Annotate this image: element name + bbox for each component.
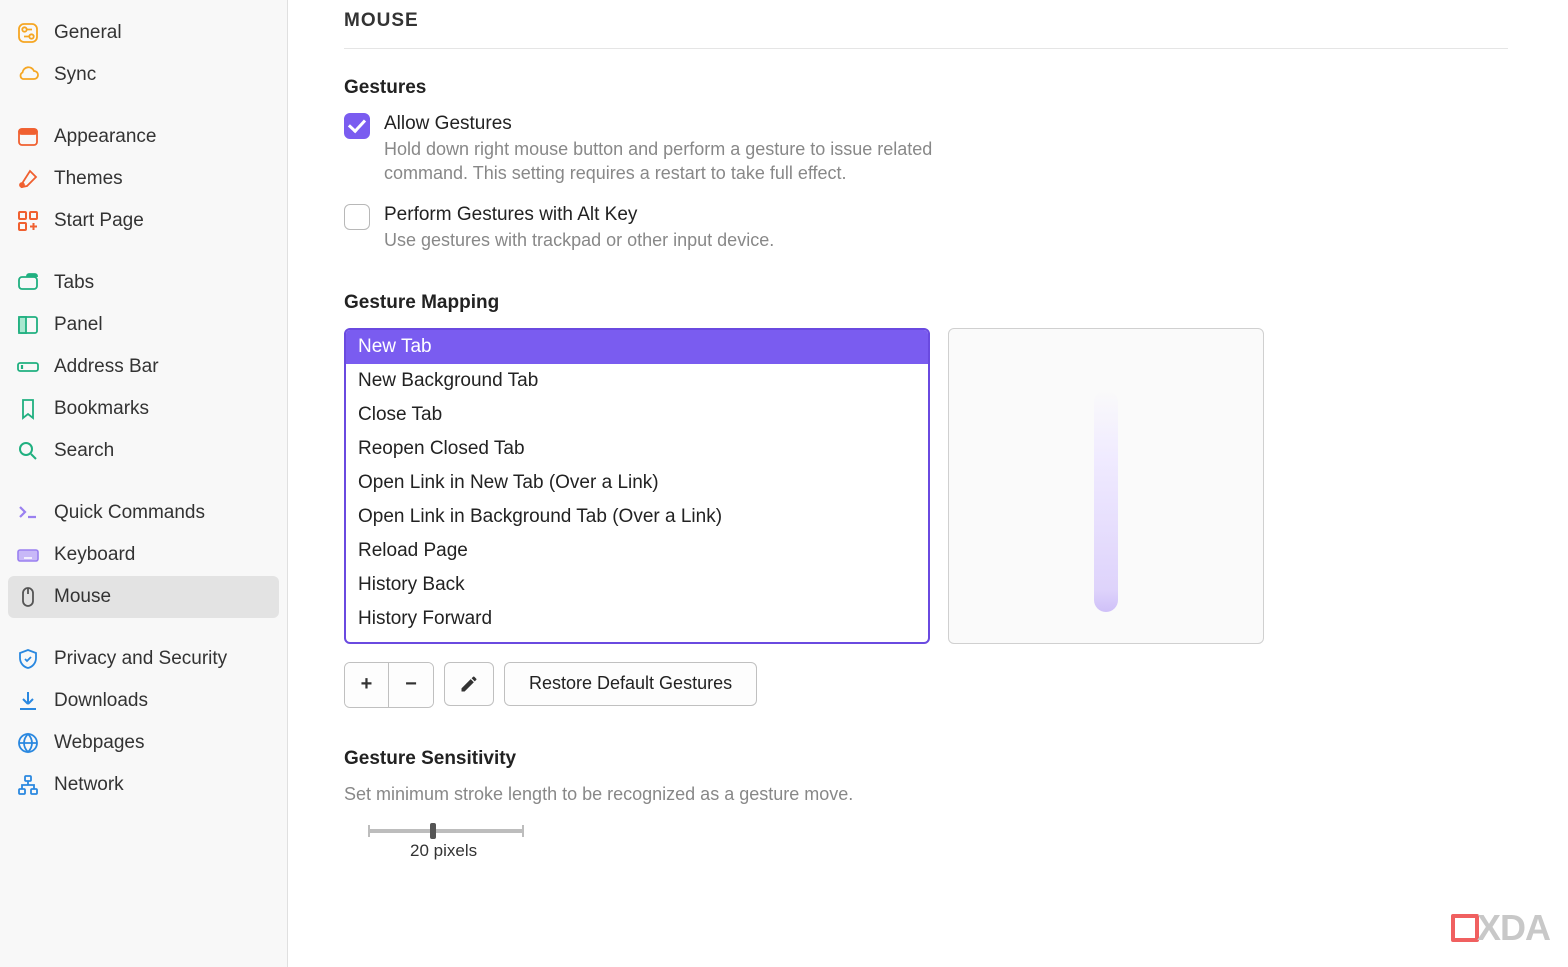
sidebar-item-quickcommands[interactable]: Quick Commands [8, 492, 279, 534]
mapping-heading: Gesture Mapping [344, 292, 1508, 314]
sidebar-item-keyboard[interactable]: Keyboard [8, 534, 279, 576]
download-icon [16, 689, 40, 713]
sidebar-label: Address Bar [54, 356, 159, 378]
allow-gestures-checkbox[interactable] [344, 113, 370, 139]
cloud-icon [16, 63, 40, 87]
restore-default-gestures-button[interactable]: Restore Default Gestures [504, 662, 757, 706]
sidebar-label: Panel [54, 314, 103, 336]
brush-icon [16, 167, 40, 191]
sidebar-label: Downloads [54, 690, 148, 712]
slider-thumb[interactable] [430, 823, 436, 839]
sensitivity-value: 20 pixels [410, 841, 1508, 861]
sidebar-item-downloads[interactable]: Downloads [8, 680, 279, 722]
tabs-icon [16, 271, 40, 295]
sidebar-item-search[interactable]: Search [8, 430, 279, 472]
settings-sidebar: General Sync Appearance Themes Start Pag… [0, 0, 288, 967]
gesture-list-item[interactable]: New Tab [346, 330, 928, 364]
grid-plus-icon [16, 209, 40, 233]
sidebar-item-addressbar[interactable]: Address Bar [8, 346, 279, 388]
search-icon [16, 439, 40, 463]
remove-gesture-button[interactable]: − [389, 663, 433, 707]
network-icon [16, 773, 40, 797]
page-title: MOUSE [344, 10, 1508, 49]
sensitivity-desc: Set minimum stroke length to be recogniz… [344, 784, 1508, 805]
sidebar-item-general[interactable]: General [8, 12, 279, 54]
add-remove-button-group: + − [344, 662, 434, 708]
edit-gesture-button[interactable] [444, 662, 494, 706]
gesture-list-item[interactable]: New Background Tab [346, 364, 928, 398]
sidebar-item-mouse[interactable]: Mouse [8, 576, 279, 618]
sidebar-label: Webpages [54, 732, 145, 754]
sidebar-item-panel[interactable]: Panel [8, 304, 279, 346]
sidebar-label: Privacy and Security [54, 648, 227, 670]
shield-icon [16, 647, 40, 671]
keyboard-icon [16, 543, 40, 567]
terminal-icon [16, 501, 40, 525]
gesture-list-item[interactable]: Close Tab [346, 398, 928, 432]
add-gesture-button[interactable]: + [345, 663, 389, 707]
altkey-gestures-label: Perform Gestures with Alt Key [384, 204, 774, 226]
gesture-list-item[interactable]: History Back [346, 568, 928, 602]
panel-icon [16, 313, 40, 337]
sidebar-label: Sync [54, 64, 96, 86]
gestures-section: Gestures Allow Gestures Hold down right … [344, 77, 1508, 252]
allow-gestures-desc: Hold down right mouse button and perform… [384, 137, 954, 186]
sidebar-label: Appearance [54, 126, 156, 148]
gesture-preview-shape [1094, 390, 1118, 612]
gesture-list-item[interactable]: Open Link in Background Tab (Over a Link… [346, 500, 928, 534]
globe-icon [16, 731, 40, 755]
sidebar-label: Start Page [54, 210, 144, 232]
sidebar-item-tabs[interactable]: Tabs [8, 262, 279, 304]
sidebar-label: Search [54, 440, 114, 462]
sidebar-label: Bookmarks [54, 398, 149, 420]
altkey-gestures-desc: Use gestures with trackpad or other inpu… [384, 228, 774, 252]
gesture-list-item[interactable]: Reload Page [346, 534, 928, 568]
sidebar-label: Network [54, 774, 124, 796]
gesture-list-item[interactable]: Reopen Closed Tab [346, 432, 928, 466]
main-content: MOUSE Gestures Allow Gestures Hold down … [288, 0, 1568, 967]
appearance-icon [16, 125, 40, 149]
gesture-mapping-section: Gesture Mapping New TabNew Background Ta… [344, 292, 1508, 708]
sidebar-label: Mouse [54, 586, 111, 608]
sidebar-item-bookmarks[interactable]: Bookmarks [8, 388, 279, 430]
mouse-icon [16, 585, 40, 609]
sidebar-item-themes[interactable]: Themes [8, 158, 279, 200]
gesture-list-item[interactable]: History Forward [346, 602, 928, 636]
sidebar-item-appearance[interactable]: Appearance [8, 116, 279, 158]
gesture-mapping-list[interactable]: New TabNew Background TabClose TabReopen… [344, 328, 930, 644]
sidebar-item-privacy[interactable]: Privacy and Security [8, 638, 279, 680]
allow-gestures-label: Allow Gestures [384, 113, 954, 135]
gesture-sensitivity-section: Gesture Sensitivity Set minimum stroke l… [344, 748, 1508, 861]
general-icon [16, 21, 40, 45]
altkey-gestures-checkbox[interactable] [344, 204, 370, 230]
sidebar-item-webpages[interactable]: Webpages [8, 722, 279, 764]
sidebar-label: Themes [54, 168, 123, 190]
sensitivity-heading: Gesture Sensitivity [344, 748, 1508, 770]
sidebar-label: Keyboard [54, 544, 135, 566]
address-bar-icon [16, 355, 40, 379]
xda-watermark: XDA [1451, 907, 1550, 949]
sensitivity-slider[interactable] [368, 829, 524, 833]
bookmark-icon [16, 397, 40, 421]
watermark-box-icon [1451, 914, 1479, 942]
sidebar-label: Quick Commands [54, 502, 205, 524]
sidebar-label: Tabs [54, 272, 94, 294]
sidebar-item-sync[interactable]: Sync [8, 54, 279, 96]
gestures-heading: Gestures [344, 77, 1508, 99]
gesture-list-item[interactable]: Open Link in New Tab (Over a Link) [346, 466, 928, 500]
gesture-preview-pane [948, 328, 1264, 644]
sidebar-item-network[interactable]: Network [8, 764, 279, 806]
pencil-icon [459, 674, 479, 694]
sidebar-label: General [54, 22, 122, 44]
sidebar-item-startpage[interactable]: Start Page [8, 200, 279, 242]
